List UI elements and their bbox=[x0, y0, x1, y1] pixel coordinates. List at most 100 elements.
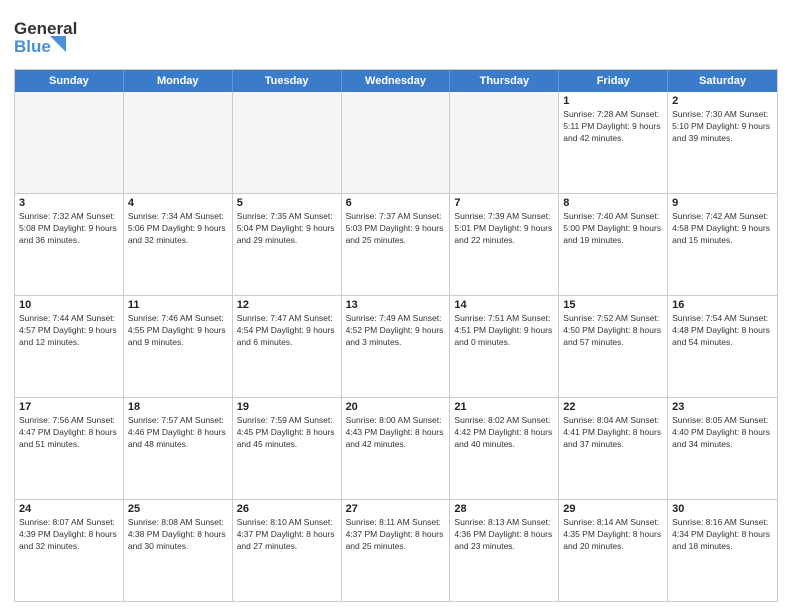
day-cell-18: 18Sunrise: 7:57 AM Sunset: 4:46 PM Dayli… bbox=[124, 398, 233, 499]
empty-cell-0-1 bbox=[124, 92, 233, 193]
week-row-4: 17Sunrise: 7:56 AM Sunset: 4:47 PM Dayli… bbox=[15, 398, 777, 500]
weekday-header-monday: Monday bbox=[124, 70, 233, 92]
day-cell-15: 15 Sunrise: 7:52 AM Sunset: 4:50 PM Dayli… bbox=[559, 296, 668, 397]
day-cell-16: 16 Sunrise: 7:54 AM Sunset: 4:48 PM Dayli… bbox=[668, 296, 777, 397]
day-info: Sunrise: 7:42 AM Sunset: 4:58 PM Dayligh… bbox=[672, 211, 773, 247]
calendar-header: SundayMondayTuesdayWednesdayThursdayFrid… bbox=[15, 70, 777, 92]
day-info: Sunrise: 8:00 AM Sunset: 4:43 PM Dayligh… bbox=[346, 415, 446, 451]
day-cell-17: 17Sunrise: 7:56 AM Sunset: 4:47 PM Dayli… bbox=[15, 398, 124, 499]
day-cell-25: 25 Sunrise: 8:08 AM Sunset: 4:38 PM Dayli… bbox=[124, 500, 233, 601]
day-number: 6 bbox=[346, 197, 446, 209]
empty-cell-0-0 bbox=[15, 92, 124, 193]
day-cell-27: 27Sunrise: 8:11 AM Sunset: 4:37 PM Dayli… bbox=[342, 500, 451, 601]
weekday-header-thursday: Thursday bbox=[450, 70, 559, 92]
day-info: Sunrise: 7:34 AM Sunset: 5:06 PM Dayligh… bbox=[128, 211, 228, 247]
day-info: Sunrise: 8:10 AM Sunset: 4:37 PM Dayligh… bbox=[237, 517, 337, 553]
week-row-1: 1 Sunrise: 7:28 AM Sunset: 5:11 PM Daylig… bbox=[15, 92, 777, 194]
day-info: Sunrise: 8:05 AM Sunset: 4:40 PM Dayligh… bbox=[672, 415, 773, 451]
day-number: 9 bbox=[672, 197, 773, 209]
day-number: 3 bbox=[19, 197, 119, 209]
day-number: 26 bbox=[237, 503, 337, 515]
day-cell-30: 30Sunrise: 8:16 AM Sunset: 4:34 PM Dayli… bbox=[668, 500, 777, 601]
day-info: Sunrise: 8:14 AM Sunset: 4:35 PM Dayligh… bbox=[563, 517, 663, 553]
day-info: Sunrise: 7:39 AM Sunset: 5:01 PM Dayligh… bbox=[454, 211, 554, 247]
day-cell-1: 1 Sunrise: 7:28 AM Sunset: 5:11 PM Daylig… bbox=[559, 92, 668, 193]
day-info: Sunrise: 8:04 AM Sunset: 4:41 PM Dayligh… bbox=[563, 415, 663, 451]
day-cell-20: 20Sunrise: 8:00 AM Sunset: 4:43 PM Dayli… bbox=[342, 398, 451, 499]
logo: General Blue bbox=[14, 10, 104, 63]
day-info: Sunrise: 7:35 AM Sunset: 5:04 PM Dayligh… bbox=[237, 211, 337, 247]
weekday-header-friday: Friday bbox=[559, 70, 668, 92]
day-info: Sunrise: 7:59 AM Sunset: 4:45 PM Dayligh… bbox=[237, 415, 337, 451]
day-info: Sunrise: 7:30 AM Sunset: 5:10 PM Dayligh… bbox=[672, 109, 773, 145]
day-cell-9: 9 Sunrise: 7:42 AM Sunset: 4:58 PM Daylig… bbox=[668, 194, 777, 295]
week-row-3: 10 Sunrise: 7:44 AM Sunset: 4:57 PM Dayli… bbox=[15, 296, 777, 398]
day-cell-6: 6Sunrise: 7:37 AM Sunset: 5:03 PM Daylig… bbox=[342, 194, 451, 295]
day-info: Sunrise: 8:02 AM Sunset: 4:42 PM Dayligh… bbox=[454, 415, 554, 451]
weekday-header-wednesday: Wednesday bbox=[342, 70, 451, 92]
day-number: 4 bbox=[128, 197, 228, 209]
day-number: 28 bbox=[454, 503, 554, 515]
day-info: Sunrise: 7:47 AM Sunset: 4:54 PM Dayligh… bbox=[237, 313, 337, 349]
day-info: Sunrise: 7:44 AM Sunset: 4:57 PM Dayligh… bbox=[19, 313, 119, 349]
day-number: 21 bbox=[454, 401, 554, 413]
weekday-header-saturday: Saturday bbox=[668, 70, 777, 92]
page: General Blue SundayMondayTuesdayWednesda… bbox=[0, 0, 792, 612]
calendar: SundayMondayTuesdayWednesdayThursdayFrid… bbox=[14, 69, 778, 602]
day-cell-8: 8Sunrise: 7:40 AM Sunset: 5:00 PM Daylig… bbox=[559, 194, 668, 295]
svg-text:General: General bbox=[14, 19, 77, 38]
day-info: Sunrise: 7:49 AM Sunset: 4:52 PM Dayligh… bbox=[346, 313, 446, 349]
day-info: Sunrise: 7:46 AM Sunset: 4:55 PM Dayligh… bbox=[128, 313, 228, 349]
day-info: Sunrise: 7:51 AM Sunset: 4:51 PM Dayligh… bbox=[454, 313, 554, 349]
empty-cell-0-3 bbox=[342, 92, 451, 193]
day-number: 12 bbox=[237, 299, 337, 311]
weekday-header-sunday: Sunday bbox=[15, 70, 124, 92]
day-cell-3: 3 Sunrise: 7:32 AM Sunset: 5:08 PM Daylig… bbox=[15, 194, 124, 295]
day-number: 8 bbox=[563, 197, 663, 209]
day-info: Sunrise: 7:54 AM Sunset: 4:48 PM Dayligh… bbox=[672, 313, 773, 349]
day-cell-24: 24 Sunrise: 8:07 AM Sunset: 4:39 PM Dayli… bbox=[15, 500, 124, 601]
day-info: Sunrise: 8:08 AM Sunset: 4:38 PM Dayligh… bbox=[128, 517, 228, 553]
day-cell-4: 4 Sunrise: 7:34 AM Sunset: 5:06 PM Daylig… bbox=[124, 194, 233, 295]
day-cell-7: 7Sunrise: 7:39 AM Sunset: 5:01 PM Daylig… bbox=[450, 194, 559, 295]
day-info: Sunrise: 7:28 AM Sunset: 5:11 PM Dayligh… bbox=[563, 109, 663, 145]
week-row-2: 3 Sunrise: 7:32 AM Sunset: 5:08 PM Daylig… bbox=[15, 194, 777, 296]
day-number: 17 bbox=[19, 401, 119, 413]
day-number: 27 bbox=[346, 503, 446, 515]
logo-svg: General Blue bbox=[14, 14, 104, 58]
day-number: 11 bbox=[128, 299, 228, 311]
day-number: 22 bbox=[563, 401, 663, 413]
day-cell-29: 29 Sunrise: 8:14 AM Sunset: 4:35 PM Dayli… bbox=[559, 500, 668, 601]
day-number: 1 bbox=[563, 95, 663, 107]
day-info: Sunrise: 7:32 AM Sunset: 5:08 PM Dayligh… bbox=[19, 211, 119, 247]
day-cell-13: 13 Sunrise: 7:49 AM Sunset: 4:52 PM Dayli… bbox=[342, 296, 451, 397]
day-info: Sunrise: 8:16 AM Sunset: 4:34 PM Dayligh… bbox=[672, 517, 773, 553]
day-number: 10 bbox=[19, 299, 119, 311]
day-number: 16 bbox=[672, 299, 773, 311]
day-info: Sunrise: 7:57 AM Sunset: 4:46 PM Dayligh… bbox=[128, 415, 228, 451]
svg-text:Blue: Blue bbox=[14, 37, 51, 56]
week-row-5: 24 Sunrise: 8:07 AM Sunset: 4:39 PM Dayli… bbox=[15, 500, 777, 601]
day-cell-14: 14Sunrise: 7:51 AM Sunset: 4:51 PM Dayli… bbox=[450, 296, 559, 397]
day-cell-11: 11 Sunrise: 7:46 AM Sunset: 4:55 PM Dayli… bbox=[124, 296, 233, 397]
day-info: Sunrise: 7:52 AM Sunset: 4:50 PM Dayligh… bbox=[563, 313, 663, 349]
day-number: 24 bbox=[19, 503, 119, 515]
empty-cell-0-2 bbox=[233, 92, 342, 193]
day-number: 5 bbox=[237, 197, 337, 209]
day-number: 25 bbox=[128, 503, 228, 515]
day-number: 15 bbox=[563, 299, 663, 311]
empty-cell-0-4 bbox=[450, 92, 559, 193]
day-number: 13 bbox=[346, 299, 446, 311]
day-cell-22: 22 Sunrise: 8:04 AM Sunset: 4:41 PM Dayli… bbox=[559, 398, 668, 499]
day-info: Sunrise: 8:13 AM Sunset: 4:36 PM Dayligh… bbox=[454, 517, 554, 553]
day-number: 29 bbox=[563, 503, 663, 515]
day-cell-26: 26 Sunrise: 8:10 AM Sunset: 4:37 PM Dayli… bbox=[233, 500, 342, 601]
day-info: Sunrise: 8:07 AM Sunset: 4:39 PM Dayligh… bbox=[19, 517, 119, 553]
calendar-body: 1 Sunrise: 7:28 AM Sunset: 5:11 PM Daylig… bbox=[15, 92, 777, 601]
day-cell-21: 21 Sunrise: 8:02 AM Sunset: 4:42 PM Dayli… bbox=[450, 398, 559, 499]
day-cell-10: 10 Sunrise: 7:44 AM Sunset: 4:57 PM Dayli… bbox=[15, 296, 124, 397]
day-cell-28: 28 Sunrise: 8:13 AM Sunset: 4:36 PM Dayli… bbox=[450, 500, 559, 601]
day-cell-2: 2 Sunrise: 7:30 AM Sunset: 5:10 PM Daylig… bbox=[668, 92, 777, 193]
day-number: 2 bbox=[672, 95, 773, 107]
day-cell-23: 23Sunrise: 8:05 AM Sunset: 4:40 PM Dayli… bbox=[668, 398, 777, 499]
